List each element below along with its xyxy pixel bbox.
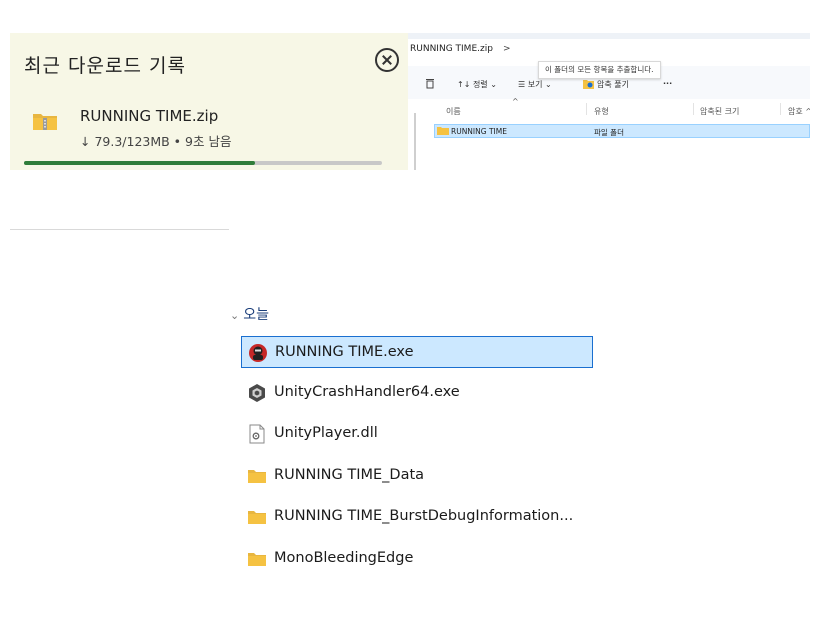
- group-header-today[interactable]: ⌄ 오늘: [230, 304, 269, 324]
- column-divider: [586, 103, 587, 115]
- row-type: 파일 폴더: [594, 128, 624, 137]
- list-item[interactable]: UnityPlayer.dll: [241, 418, 593, 450]
- row-name[interactable]: RUNNING TIME: [451, 127, 507, 136]
- scrollbar[interactable]: [414, 113, 416, 170]
- column-divider: [693, 103, 694, 115]
- download-progress-bar: [24, 161, 382, 165]
- extract-tooltip: 이 폴더의 모든 항목을 추출합니다.: [538, 61, 661, 79]
- list-item[interactable]: UnityCrashHandler64.exe: [241, 377, 593, 409]
- group-label: 오늘: [243, 307, 269, 323]
- file-name[interactable]: RUNNING TIME_Data: [274, 467, 424, 483]
- file-name[interactable]: UnityCrashHandler64.exe: [274, 384, 460, 400]
- zip-folder-icon: [33, 114, 57, 130]
- file-name[interactable]: UnityPlayer.dll: [274, 425, 378, 441]
- breadcrumb-item[interactable]: RUNNING TIME.zip: [410, 44, 493, 54]
- folder-icon: [248, 470, 266, 483]
- column-divider: [780, 103, 781, 115]
- dll-file-icon: [249, 424, 265, 444]
- list-item[interactable]: RUNNING TIME.exe: [241, 336, 593, 368]
- extract-all-button[interactable]: 압축 풀기: [597, 79, 629, 90]
- game-app-icon: [249, 344, 267, 362]
- extract-icon: [583, 80, 594, 89]
- folder-icon: [437, 127, 449, 135]
- sort-arrow-icon: ^: [512, 97, 519, 106]
- chevron-right-icon[interactable]: >: [503, 44, 511, 54]
- download-status: ↓ 79.3/123MB • 9초 남음: [80, 134, 232, 149]
- file-name[interactable]: RUNNING TIME_BurstDebugInformation...: [274, 508, 573, 524]
- view-button[interactable]: ☰ 보기 ⌄: [518, 79, 552, 90]
- folder-icon: [248, 553, 266, 566]
- divider: [10, 229, 229, 230]
- more-options-button[interactable]: ···: [663, 79, 672, 88]
- explorer-top-strip: [408, 33, 810, 39]
- file-name[interactable]: MonoBleedingEdge: [274, 550, 413, 566]
- folder-icon: [248, 511, 266, 524]
- list-item[interactable]: RUNNING TIME_Data: [241, 460, 593, 492]
- unity-exe-icon: [249, 384, 265, 402]
- file-name[interactable]: RUNNING TIME.exe: [275, 344, 414, 360]
- column-header-compressed-size[interactable]: 압축된 크기: [700, 106, 739, 117]
- sort-button[interactable]: ↑↓ 정렬 ⌄: [457, 79, 497, 90]
- column-header-name[interactable]: 이름: [446, 106, 461, 117]
- column-header-type[interactable]: 유형: [594, 106, 609, 117]
- trash-icon[interactable]: [425, 78, 435, 89]
- download-history-panel: 최근 다운로드 기록 RUNNING TIME.zip ↓ 79.3/123MB…: [10, 33, 408, 170]
- download-progress-fill: [24, 161, 255, 165]
- download-file-name[interactable]: RUNNING TIME.zip: [80, 107, 218, 125]
- list-item[interactable]: MonoBleedingEdge: [241, 543, 593, 575]
- list-item[interactable]: RUNNING TIME_BurstDebugInformation...: [241, 501, 593, 533]
- column-header-password[interactable]: 암호 ^: [788, 106, 810, 117]
- chevron-down-icon[interactable]: ⌄: [230, 309, 239, 322]
- download-panel-title: 최근 다운로드 기록: [24, 55, 186, 77]
- explorer-window: RUNNING TIME.zip > ↑↓ 정렬 ⌄ ☰ 보기 ⌄ 압축 풀기 ·…: [408, 33, 810, 170]
- breadcrumb[interactable]: RUNNING TIME.zip >: [410, 44, 510, 54]
- close-circle-icon[interactable]: [375, 48, 399, 72]
